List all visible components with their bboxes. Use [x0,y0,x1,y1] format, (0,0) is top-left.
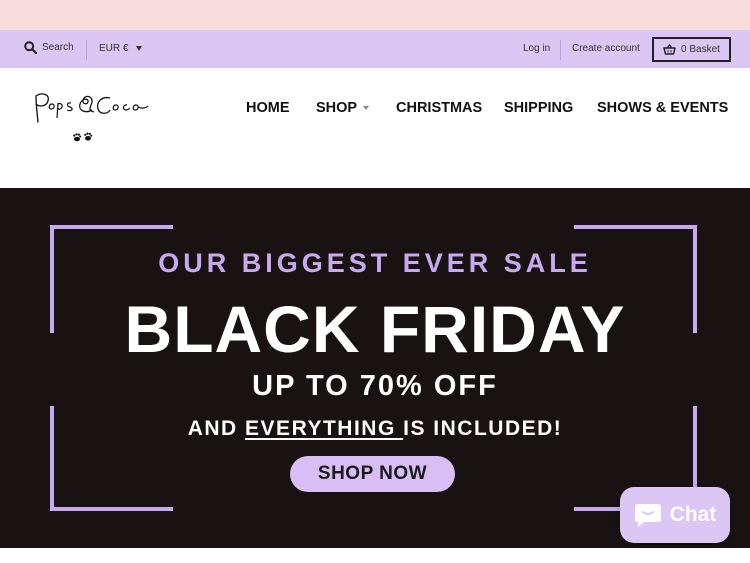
currency-selector[interactable]: EUR € [99,43,143,54]
basket-button[interactable]: 0 Basket [652,37,731,62]
nav-shows-events[interactable]: SHOWS & EVENTS [597,100,728,116]
nav-christmas[interactable]: CHRISTMAS [396,100,482,116]
nav-shipping[interactable]: SHIPPING [504,100,573,116]
divider [86,40,87,60]
chevron-down-icon [363,106,370,110]
chat-label: Chat [669,503,717,526]
hero-included-pre: AND [187,417,246,440]
hero-title: BLACK FRIDAY [124,292,626,366]
shop-now-button[interactable]: SHOP NOW [290,456,455,492]
divider [560,40,561,60]
hero-included-underlined: EVERYTHING [245,417,404,440]
hero-included-post: IS INCLUDED! [403,417,563,440]
basket-label: 0 Basket [681,44,720,55]
nav-home[interactable]: HOME [246,100,290,116]
chat-button[interactable]: Chat [620,487,730,543]
login-link[interactable]: Log in [523,43,550,54]
announcement-bar [0,0,750,30]
search-icon [24,41,37,54]
chat-icon [634,504,661,527]
basket-icon [663,44,676,55]
utility-bar: Search EUR € Log in Create account 0 Bas… [0,30,750,68]
paw-icon [73,132,93,142]
hero-discount: UP TO 70% OFF [252,370,498,402]
nav-shop-label: SHOP [316,100,358,116]
page-below-hero [0,548,750,563]
nav-shop[interactable]: SHOP [316,100,370,116]
chevron-down-icon [136,46,143,51]
hero-included-text: AND EVERYTHING IS INCLUDED! [0,417,750,441]
hero-subtitle: OUR BIGGEST EVER SALE [158,248,592,278]
logo[interactable] [30,82,155,142]
search-link[interactable]: Search [24,41,74,54]
site-header: HOME SHOP CHRISTMAS SHIPPING SHOWS & EVE… [0,68,750,188]
create-account-link[interactable]: Create account [572,43,640,54]
search-label: Search [42,42,74,53]
currency-label: EUR € [99,43,129,54]
